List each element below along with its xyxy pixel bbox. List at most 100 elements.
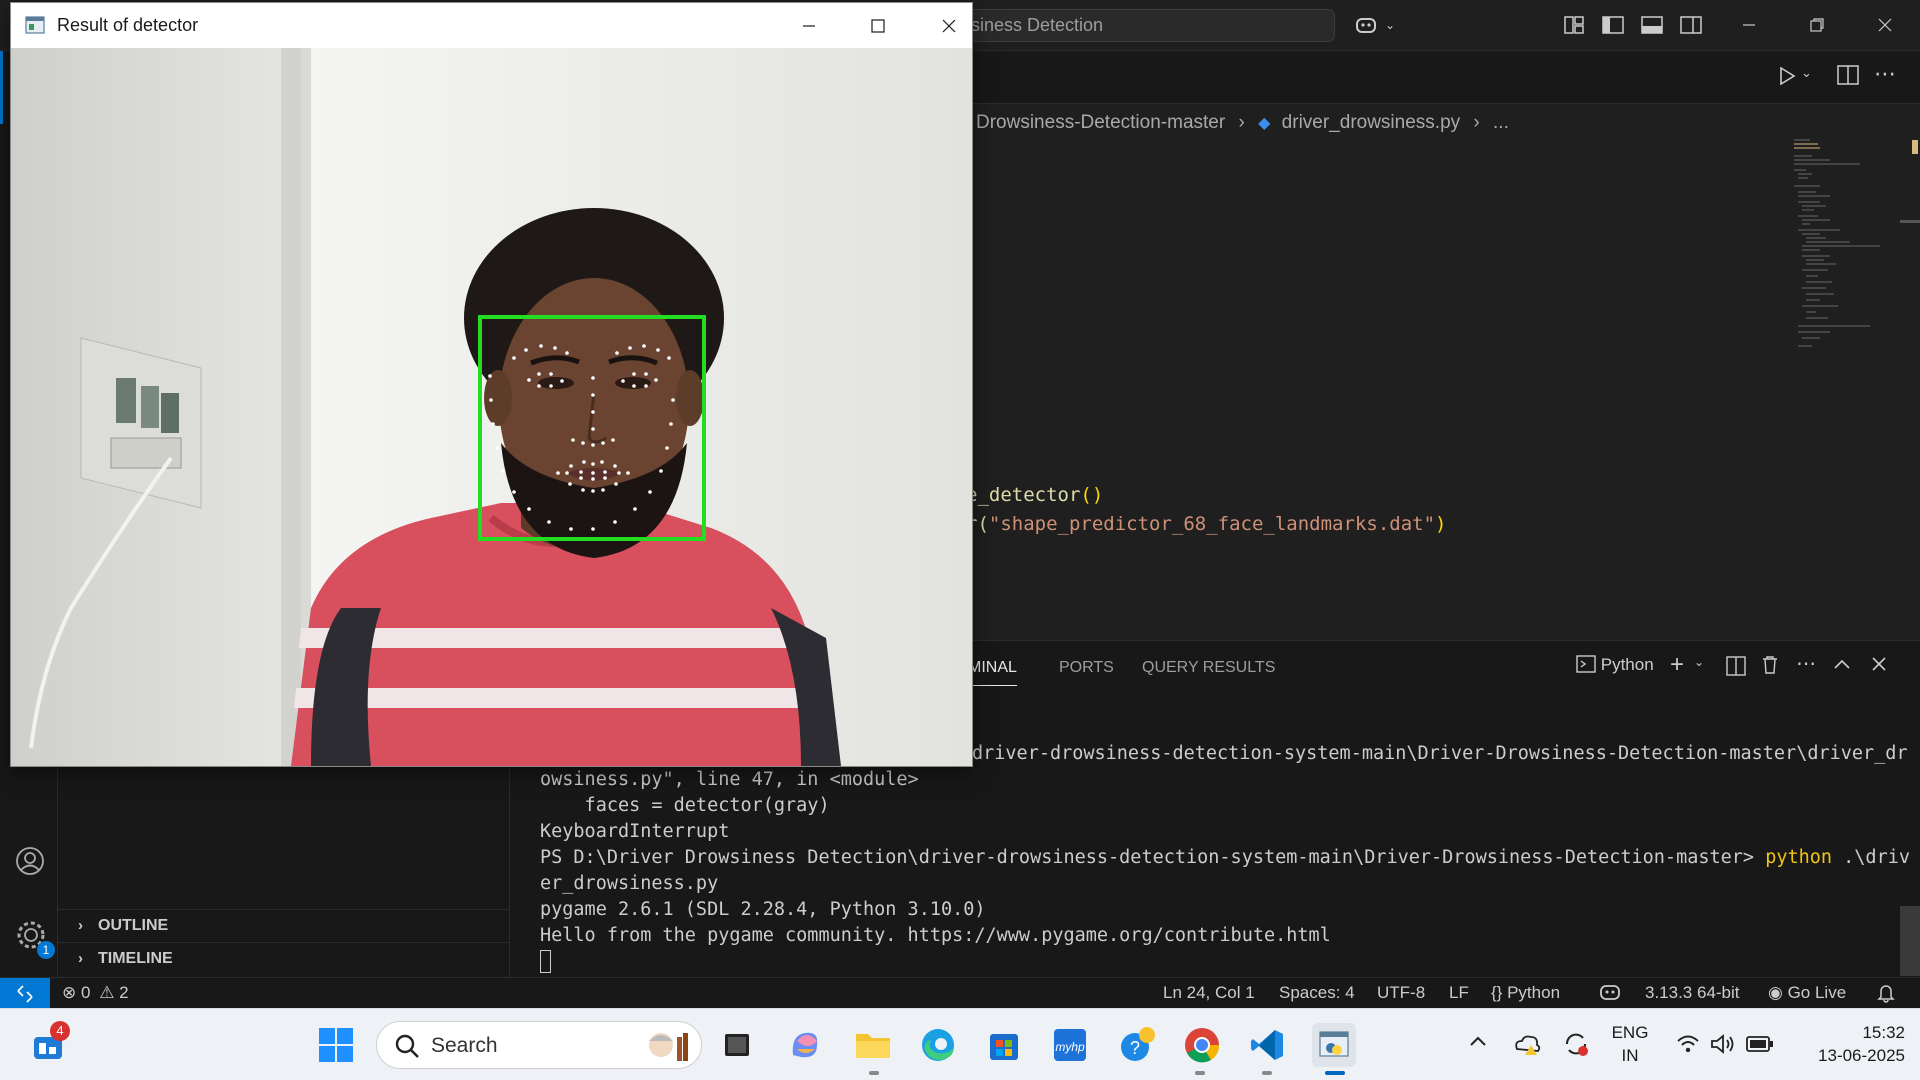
chevron-up-icon[interactable]: [1468, 1034, 1488, 1053]
copilot-app[interactable]: [783, 1023, 827, 1067]
search-highlight-icon: [641, 1027, 693, 1070]
minimap[interactable]: [1790, 136, 1900, 386]
vscode-app[interactable]: [1245, 1023, 1289, 1067]
terminal-line: er_drowsiness.py: [540, 873, 719, 894]
indentation[interactable]: Spaces: 4: [1279, 983, 1355, 1003]
braces-icon: {}: [1491, 983, 1503, 1002]
widgets-badge: 4: [50, 1021, 70, 1041]
onedrive-warning-icon[interactable]: [1512, 1031, 1542, 1062]
edge-icon: [922, 1029, 954, 1061]
code-line-detector[interactable]: e_detector(): [966, 484, 1103, 506]
new-terminal-icon[interactable]: +: [1670, 651, 1684, 679]
command-center[interactable]: siness Detection: [960, 9, 1335, 42]
copilot-icon[interactable]: [1353, 12, 1379, 38]
battery-icon[interactable]: [1746, 1035, 1774, 1058]
minimize-icon[interactable]: [774, 3, 844, 48]
running-indicator: [869, 1071, 879, 1075]
more-actions-icon[interactable]: ⋯: [1874, 61, 1896, 87]
end-of-line[interactable]: LF: [1449, 983, 1469, 1003]
start-button[interactable]: [314, 1023, 358, 1067]
svg-text:myhp: myhp: [1055, 1040, 1085, 1054]
bell-icon[interactable]: [1877, 983, 1895, 1008]
chrome-icon: [1185, 1028, 1220, 1063]
language-mode[interactable]: {} Python: [1491, 983, 1560, 1003]
toggle-sidebar-icon[interactable]: [1600, 12, 1626, 38]
vscode-icon: [1251, 1030, 1283, 1060]
close-icon[interactable]: [914, 3, 984, 48]
myhp-app[interactable]: myhp: [1048, 1023, 1092, 1067]
python-window-app[interactable]: [1312, 1023, 1356, 1067]
region-label: IN: [1621, 1046, 1639, 1065]
toggle-secondary-sidebar-icon[interactable]: [1678, 12, 1704, 38]
wifi-icon[interactable]: [1676, 1033, 1700, 1060]
clock[interactable]: 15:32 13-06-2025: [1790, 1021, 1905, 1067]
minimize-icon[interactable]: [1736, 12, 1762, 38]
encoding[interactable]: UTF-8: [1377, 983, 1425, 1003]
maximize-panel-icon[interactable]: [1833, 657, 1851, 676]
store-app[interactable]: [982, 1023, 1026, 1067]
chevron-right-icon: ›: [78, 917, 83, 934]
remote-indicator[interactable]: [0, 978, 50, 1009]
volume-icon[interactable]: [1710, 1033, 1736, 1060]
toggle-panel-icon[interactable]: [1639, 12, 1665, 38]
taskbar-search[interactable]: Search: [376, 1021, 702, 1069]
split-terminal-icon[interactable]: [1726, 656, 1746, 681]
breadcrumb-folder[interactable]: Drowsiness-Detection-master: [976, 112, 1225, 133]
terminal-icon: [1576, 655, 1596, 674]
help-icon: ?: [1121, 1027, 1155, 1061]
help-app[interactable]: ?: [1115, 1023, 1159, 1067]
manage-gear-icon[interactable]: 1: [15, 919, 55, 959]
terminal-profile-selector[interactable]: Python: [1576, 655, 1654, 675]
detector-window: Result of detector: [10, 2, 973, 767]
close-panel-icon[interactable]: [1871, 656, 1887, 677]
language-label: ENG: [1611, 1023, 1649, 1042]
folder-icon: [856, 1034, 890, 1058]
search-placeholder: Search: [431, 1034, 498, 1057]
svg-text:?: ?: [1130, 1038, 1140, 1058]
go-live-button[interactable]: ◉ Go Live: [1768, 983, 1846, 1003]
widgets-button[interactable]: 4: [26, 1021, 70, 1067]
file-explorer-app[interactable]: [851, 1023, 895, 1067]
run-icon[interactable]: [1777, 65, 1797, 92]
timeline-section[interactable]: › TIMELINE: [58, 942, 510, 974]
terminal-line: driver-drowsiness-detection-system-main\…: [972, 743, 1908, 764]
python-interpreter[interactable]: 3.13.3 64-bit: [1645, 983, 1740, 1003]
close-icon[interactable]: [1872, 12, 1898, 38]
chevron-down-icon[interactable]: ⌄: [1377, 12, 1403, 38]
terminal-line: faces = detector(gray): [540, 795, 830, 816]
breadcrumb-file[interactable]: driver_drowsiness.py: [1276, 112, 1460, 133]
terminal-scrollbar[interactable]: [1900, 906, 1920, 976]
split-editor-icon[interactable]: [1837, 65, 1859, 90]
chrome-app[interactable]: [1180, 1023, 1224, 1067]
chevron-down-icon[interactable]: ⌄: [1694, 655, 1704, 669]
copilot-status-icon[interactable]: [1599, 983, 1621, 1006]
trash-icon[interactable]: [1761, 655, 1779, 680]
scrollbar-thumb[interactable]: [1900, 220, 1920, 223]
maximize-icon[interactable]: [843, 3, 913, 48]
task-view-button[interactable]: [715, 1023, 759, 1067]
breadcrumb-symbol[interactable]: ...: [1493, 112, 1509, 133]
breadcrumb: Drowsiness-Detection-master › ◆ driver_d…: [976, 112, 1509, 134]
chevron-down-icon[interactable]: ⌄: [1801, 65, 1812, 81]
tab-query-results[interactable]: QUERY RESULTS: [1142, 659, 1275, 677]
more-actions-icon[interactable]: ⋯: [1796, 651, 1816, 676]
account-icon[interactable]: [15, 846, 45, 881]
restore-icon[interactable]: [1804, 12, 1830, 38]
problems-indicator[interactable]: ⊗ 0 ⚠ 2: [62, 983, 129, 1003]
customize-layout-icon[interactable]: [1561, 12, 1587, 38]
code-line-predictor[interactable]: r("shape_predictor_68_face_landmarks.dat…: [966, 513, 1446, 535]
tab-terminal[interactable]: MINAL: [968, 659, 1017, 686]
time-label: 15:32: [1862, 1023, 1905, 1042]
search-icon: [394, 1033, 420, 1064]
language-indicator[interactable]: ENG IN: [1610, 1021, 1650, 1067]
remote-icon: [17, 984, 33, 1003]
python-window-icon: [1319, 1031, 1349, 1057]
sync-alert-icon[interactable]: [1561, 1029, 1591, 1064]
outline-section[interactable]: › OUTLINE: [58, 909, 510, 941]
edge-app[interactable]: [916, 1023, 960, 1067]
tab-ports[interactable]: PORTS: [1059, 659, 1114, 677]
cursor-position[interactable]: Ln 24, Col 1: [1163, 983, 1255, 1003]
copilot-icon: [792, 1032, 818, 1058]
chevron-right-icon: ›: [1238, 112, 1245, 133]
detector-titlebar[interactable]: Result of detector: [11, 3, 972, 48]
